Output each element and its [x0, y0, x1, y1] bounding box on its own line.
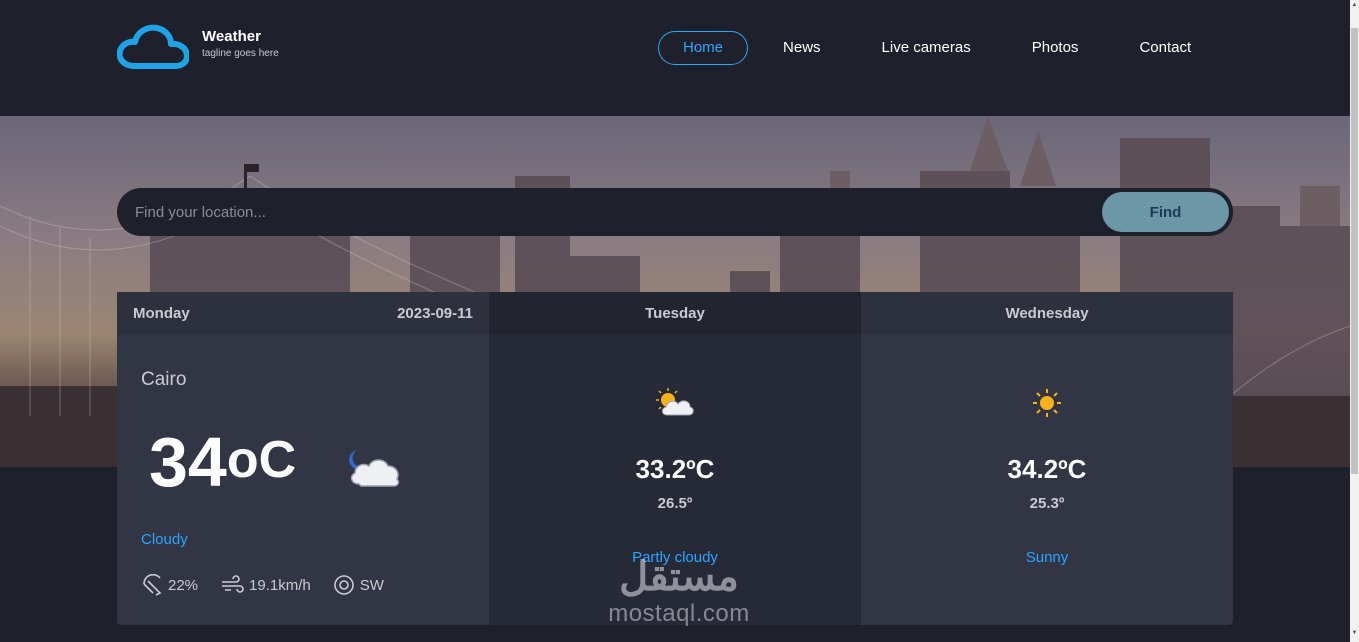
- partly-cloudy-icon: [656, 388, 694, 416]
- nav-item-home[interactable]: Home: [658, 31, 749, 65]
- forecast-day: Tuesday: [645, 305, 705, 322]
- today-condition: Cloudy: [141, 531, 188, 548]
- forecast-day: Wednesday: [1005, 305, 1089, 322]
- current-temperature: 34oC: [149, 422, 296, 502]
- today-day: Monday: [133, 305, 190, 322]
- forecast-min-temp: 26.5º: [657, 495, 693, 512]
- forecast-min-temp: 25.3º: [1029, 495, 1065, 512]
- brand[interactable]: Weather tagline goes here: [117, 24, 279, 70]
- partly-cloudy-night-icon: [349, 450, 400, 487]
- forecast-day-header: Wednesday: [861, 292, 1233, 335]
- forecast-condition: Sunny: [1025, 549, 1069, 566]
- nav-item-news[interactable]: News: [757, 31, 847, 65]
- wind-direction-stat: SW: [333, 574, 384, 596]
- site-tagline: tagline goes here: [202, 48, 279, 59]
- scroll-down-arrow-icon[interactable]: ▼: [1351, 630, 1358, 640]
- main-nav: Home News Live cameras Photos Contact: [658, 31, 1226, 65]
- temperature-unit: oC: [226, 431, 297, 489]
- city-name: Cairo: [141, 369, 187, 390]
- scrollbar-thumb[interactable]: [1351, 28, 1358, 474]
- site-title: Weather: [202, 28, 261, 45]
- nav-item-contact[interactable]: Contact: [1113, 31, 1217, 65]
- watermark-text: mostaql.com: [608, 600, 750, 627]
- humidity-value: 22%: [168, 576, 199, 594]
- watermark-logo: مستقل: [619, 555, 739, 599]
- search-input[interactable]: [133, 188, 1093, 236]
- page-scrollbar[interactable]: ▲ ▼: [1350, 0, 1359, 642]
- forecast-day-header: Tuesday: [489, 292, 861, 335]
- forecast-max-temp: 33.2ºC: [635, 454, 715, 484]
- umbrella-icon: [143, 574, 162, 596]
- site-header: Weather tagline goes here Home News Live…: [0, 0, 1350, 116]
- wind-direction-value: SW: [359, 576, 384, 594]
- wind-speed-value: 19.1km/h: [249, 576, 311, 594]
- compass-icon: [333, 575, 354, 595]
- today-stats: 22% 19.1km/h SW: [141, 574, 406, 596]
- scroll-up-arrow-icon[interactable]: ▲: [1351, 2, 1358, 12]
- today-date: 2023-09-11: [397, 305, 473, 322]
- forecast-max-temp: 34.2ºC: [1007, 454, 1087, 484]
- temperature-value: 34: [149, 423, 227, 501]
- nav-item-live-cameras[interactable]: Live cameras: [856, 31, 997, 65]
- wind-speed-stat: 19.1km/h: [220, 574, 311, 596]
- today-card-header: Monday 2023-09-11: [117, 292, 489, 335]
- cloud-icon: [117, 24, 189, 69]
- today-card: Monday 2023-09-11 Cairo 34oC Cloudy 22% …: [117, 292, 489, 625]
- forecast-card-wednesday: Wednesday 34.2ºC 25.3º Sunny: [861, 292, 1233, 625]
- mostaql-watermark: مستقل mostaql.com: [596, 556, 766, 630]
- nav-item-photos[interactable]: Photos: [1006, 31, 1105, 65]
- find-button[interactable]: Find: [1102, 192, 1229, 232]
- wind-icon: [222, 575, 244, 593]
- search-bar: Find: [117, 188, 1233, 236]
- sun-icon: [1033, 389, 1061, 417]
- humidity-stat: 22%: [141, 574, 198, 596]
